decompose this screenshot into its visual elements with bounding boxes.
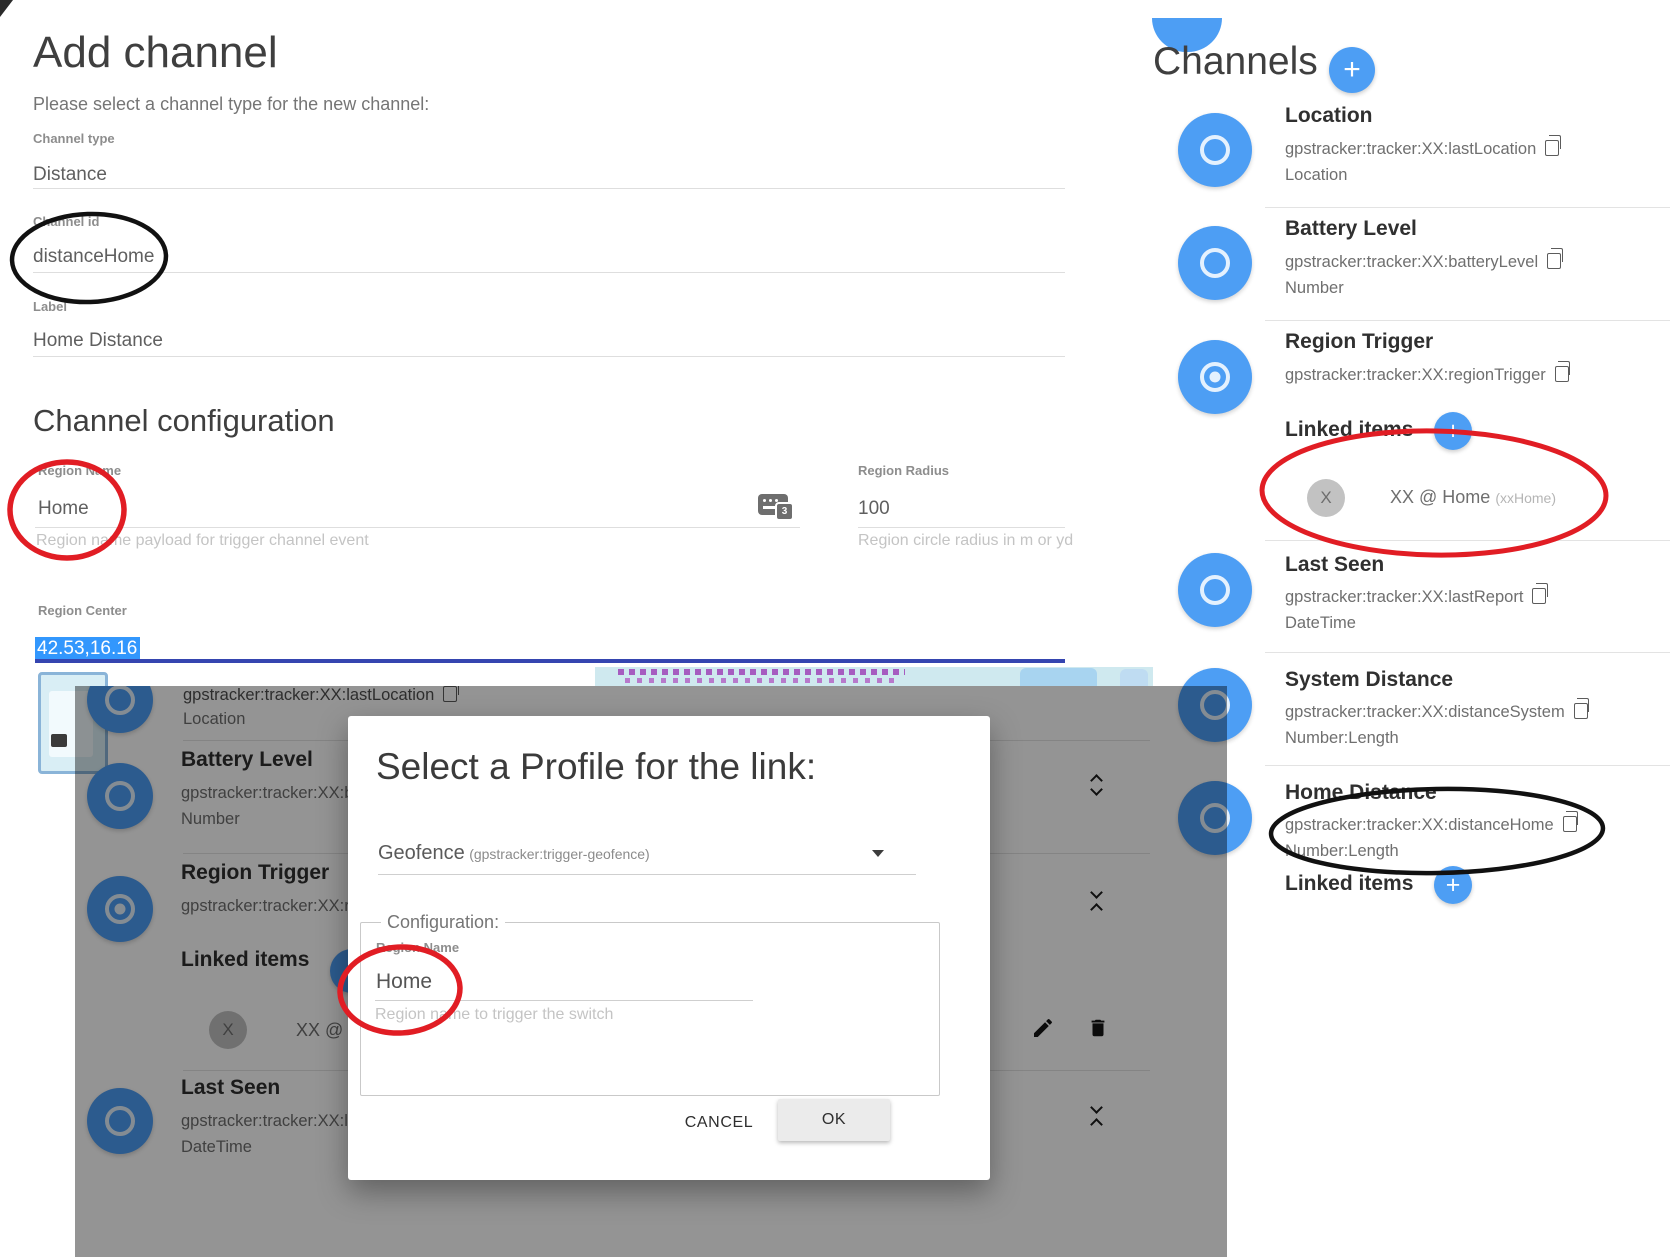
dialog-title: Select a Profile for the link:: [376, 746, 816, 788]
channel-type-underline: [33, 188, 1065, 189]
chevron-down-icon[interactable]: [872, 850, 884, 857]
channel-uid: gpstracker:tracker:XX:distanceHome: [1285, 816, 1577, 835]
channel-uid: gpstracker:tracker:XX:batteryLevel: [1285, 253, 1561, 272]
list-divider: [1265, 320, 1670, 321]
copy-icon[interactable]: [1563, 816, 1577, 832]
page-title: Add channel: [33, 28, 278, 78]
channel-uid: gpstracker:tracker:XX:regionTrigger: [1285, 366, 1569, 385]
add-link-button[interactable]: +: [1434, 866, 1472, 904]
channel-title: System Distance: [1285, 668, 1453, 692]
configuration-legend: Configuration:: [381, 912, 505, 933]
link-chip-avatar: X: [1307, 479, 1345, 517]
channel-type: Number: [1285, 279, 1344, 298]
battery-ring-icon: [1200, 248, 1230, 278]
region-radius-label: Region Radius: [858, 463, 949, 478]
channels-heading: Channels: [1153, 40, 1318, 84]
add-channel-form: Add channel Please select a channel type…: [0, 0, 1080, 686]
linked-items-heading: Linked items: [1285, 872, 1413, 896]
dialog-region-name-label: Region Name: [376, 940, 459, 955]
channel-avatar: [1178, 113, 1252, 187]
profile-select-uid: (gpstracker:trigger-geofence): [469, 846, 650, 862]
copy-icon[interactable]: [1532, 588, 1546, 604]
channel-config-title: Channel configuration: [33, 403, 335, 439]
region-center-focus-underline: [35, 659, 1065, 663]
autofill-keyboard-icon[interactable]: 3: [758, 494, 788, 515]
region-name-input[interactable]: Home: [38, 498, 89, 520]
cancel-button[interactable]: CANCEL: [664, 1104, 774, 1142]
copy-icon[interactable]: [1545, 140, 1559, 156]
region-name-label: Region Name: [38, 463, 121, 478]
channel-type: DateTime: [1285, 614, 1356, 633]
channel-type-label: Channel type: [33, 131, 115, 146]
channel-type: Location: [1285, 166, 1347, 185]
copy-icon[interactable]: [1574, 703, 1588, 719]
channel-id-label: Channel id: [33, 214, 99, 229]
channel-title: Battery Level: [1285, 217, 1417, 241]
copy-icon[interactable]: [1547, 253, 1561, 269]
channel-avatar: [1178, 340, 1252, 414]
add-link-button[interactable]: +: [1434, 412, 1472, 450]
list-divider: [1265, 207, 1670, 208]
list-divider: [1265, 652, 1670, 653]
dialog-region-name-hint: Region name to trigger the switch: [375, 1006, 613, 1024]
channel-type: Number:Length: [1285, 729, 1399, 748]
location-ring-icon: [1200, 135, 1230, 165]
link-chip-suffix: (xxHome): [1495, 490, 1556, 506]
channel-id-input[interactable]: distanceHome: [33, 246, 154, 268]
copy-icon[interactable]: [1555, 366, 1569, 382]
region-radius-hint: Region circle radius in m or yd: [858, 532, 1073, 550]
channel-title: Region Trigger: [1285, 330, 1433, 354]
form-subtitle: Please select a channel type for the new…: [33, 94, 429, 115]
region-center-label: Region Center: [38, 603, 127, 618]
autofill-badge: 3: [775, 502, 794, 521]
last-seen-ring-icon: [1200, 575, 1230, 605]
channel-id-underline: [33, 272, 1065, 273]
dialog-region-name-underline: [375, 1000, 753, 1001]
list-divider: [1265, 765, 1670, 766]
channel-avatar: [1178, 553, 1252, 627]
label-input[interactable]: Home Distance: [33, 330, 163, 352]
dialog-region-name-input[interactable]: Home: [376, 970, 432, 994]
region-radius-input[interactable]: 100: [858, 498, 890, 520]
app-window: Add channel Please select a channel type…: [0, 0, 1670, 1257]
linked-items-heading: Linked items: [1285, 418, 1413, 442]
channel-title: Location: [1285, 104, 1373, 128]
channel-type-input[interactable]: Distance: [33, 164, 107, 186]
profile-dialog: Select a Profile for the link: Geofence …: [348, 716, 990, 1180]
profile-select[interactable]: Geofence (gpstracker:trigger-geofence): [378, 842, 914, 865]
list-divider: [1265, 540, 1670, 541]
add-channel-button[interactable]: +: [1329, 47, 1375, 93]
profile-select-underline: [378, 874, 916, 875]
channel-uid: gpstracker:tracker:XX:distanceSystem: [1285, 703, 1588, 722]
channel-avatar: [1178, 226, 1252, 300]
profile-select-value: Geofence: [378, 842, 465, 864]
channel-uid: gpstracker:tracker:XX:lastLocation: [1285, 140, 1559, 159]
label-underline: [33, 356, 1065, 357]
ok-button[interactable]: OK: [778, 1099, 890, 1141]
link-chip-text[interactable]: XX @ Home (xxHome): [1390, 487, 1556, 508]
region-name-underline: [35, 527, 800, 528]
channel-type: Number:Length: [1285, 842, 1399, 861]
region-radius-underline: [858, 527, 1065, 528]
channel-title: Home Distance: [1285, 781, 1437, 805]
region-name-hint: Region name payload for trigger channel …: [36, 532, 369, 550]
label-label: Label: [33, 299, 67, 314]
channel-title: Last Seen: [1285, 553, 1384, 577]
channel-uid: gpstracker:tracker:XX:lastReport: [1285, 588, 1546, 607]
